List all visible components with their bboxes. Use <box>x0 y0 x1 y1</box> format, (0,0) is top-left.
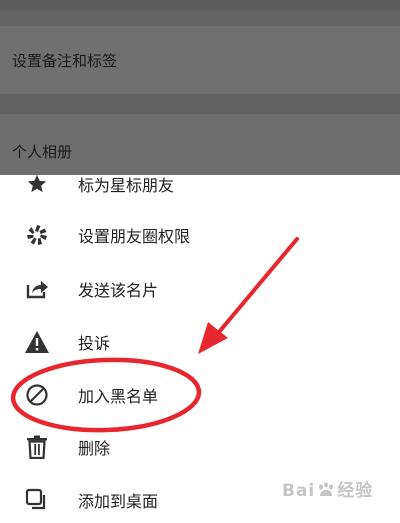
personal-album-row: 个人相册 <box>12 143 73 161</box>
menu-item-label: 投诉 <box>78 334 111 353</box>
menu-item-moments-permission[interactable]: 设置朋友圈权限 <box>0 210 400 260</box>
dimmed-profile-background[interactable]: 设置备注和标签 个人相册 <box>0 0 400 175</box>
background-band <box>0 10 400 26</box>
menu-item-label: 添加到桌面 <box>78 492 159 511</box>
menu-item-report[interactable]: 投诉 <box>0 317 400 367</box>
background-band <box>0 94 400 114</box>
profile-options-sheet: 标为星标朋友 设置朋友圈权限 发送该名片 投诉 加入黑名单 删除 添加到桌面 <box>0 175 400 523</box>
warning-icon <box>24 329 50 355</box>
menu-item-label: 标为星标朋友 <box>78 176 175 195</box>
add-to-desktop-icon <box>24 487 50 513</box>
paw-logo-icon <box>317 482 335 498</box>
baidu-jingyan-watermark: Bai 经验 <box>282 476 373 501</box>
menu-item-label: 发送该名片 <box>78 281 159 300</box>
watermark-text-left: Bai <box>282 481 316 501</box>
background-band <box>0 0 400 10</box>
menu-item-label: 删除 <box>78 439 111 458</box>
menu-item-send-card[interactable]: 发送该名片 <box>0 264 400 314</box>
menu-item-add-to-blacklist[interactable]: 加入黑名单 <box>0 370 400 420</box>
set-remark-and-tags-row: 设置备注和标签 <box>12 52 118 70</box>
star-icon <box>24 175 50 197</box>
aperture-icon <box>24 222 50 248</box>
menu-item-star-friend[interactable]: 标为星标朋友 <box>0 175 400 209</box>
block-icon <box>24 382 50 408</box>
menu-item-label: 加入黑名单 <box>78 387 159 406</box>
share-icon <box>24 276 50 302</box>
trash-icon <box>24 434 50 460</box>
menu-item-label: 设置朋友圈权限 <box>78 227 191 246</box>
watermark-text-right: 经验 <box>337 481 374 501</box>
menu-item-delete[interactable]: 删除 <box>0 422 400 472</box>
